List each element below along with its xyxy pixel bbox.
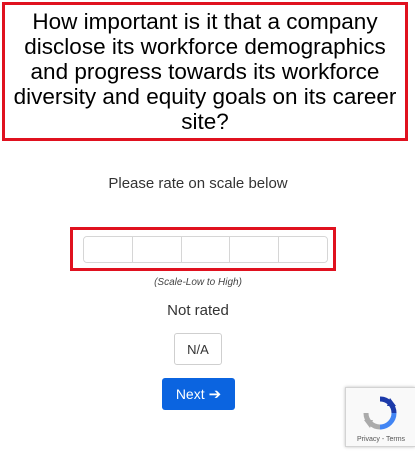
rating-option-3[interactable]: [181, 237, 231, 262]
next-button-label: Next: [175, 386, 205, 402]
question-box: How important is it that a company discl…: [2, 2, 408, 141]
survey-page: How important is it that a company discl…: [0, 0, 415, 454]
rating-option-2[interactable]: [132, 237, 182, 262]
next-button[interactable]: Next ➔: [162, 378, 235, 410]
scale-note: (Scale-Low to High): [154, 277, 242, 288]
rating-option-5[interactable]: [279, 237, 327, 262]
rating-scale: [83, 236, 328, 263]
na-button[interactable]: N/A: [174, 333, 222, 365]
recaptcha-badge[interactable]: Privacy - Terms: [345, 387, 415, 447]
recaptcha-icon: [363, 396, 397, 430]
rating-status: Not rated: [167, 302, 229, 319]
rating-prompt: Please rate on scale below: [108, 175, 288, 192]
rating-option-1[interactable]: [84, 237, 133, 262]
rating-option-4[interactable]: [230, 237, 280, 262]
recaptcha-terms-link[interactable]: Terms: [386, 436, 405, 443]
question-text: How important is it that a company discl…: [13, 9, 397, 134]
recaptcha-links: Privacy - Terms: [346, 436, 415, 443]
arrow-right-icon: ➔: [208, 385, 222, 403]
recaptcha-privacy-link[interactable]: Privacy: [357, 436, 380, 443]
rating-highlight-frame: [70, 227, 336, 271]
